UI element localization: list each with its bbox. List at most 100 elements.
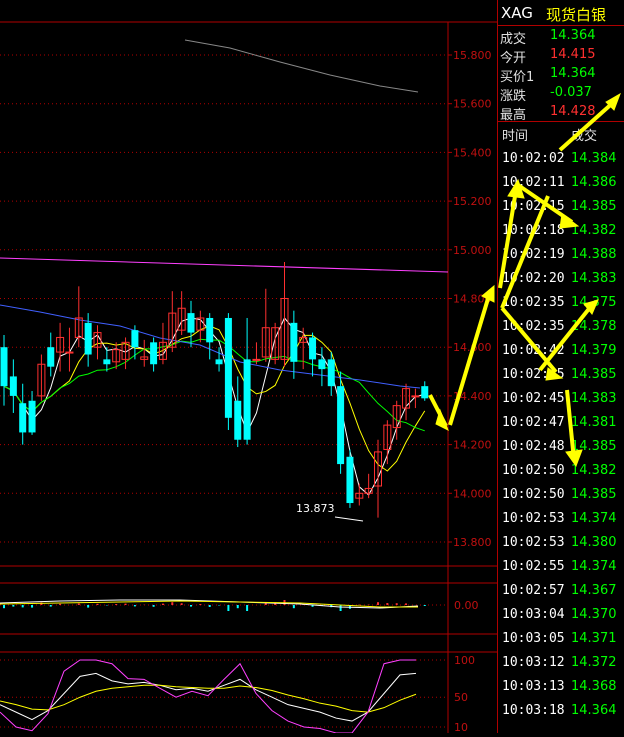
candle-body-down — [206, 317, 214, 343]
candle-body-down — [290, 322, 298, 362]
quote-row: 涨跌 -0.037 — [498, 84, 624, 104]
kdj-tick-label: 100 — [454, 654, 475, 667]
candle-body-down — [47, 347, 55, 367]
price-tick-label: 15.200 — [453, 195, 492, 208]
tick-row: 10:02:53 14.374 — [498, 508, 624, 532]
candle-body-down — [0, 347, 8, 387]
tick-time: 10:02:57 — [502, 583, 565, 598]
candle-body-up — [411, 395, 420, 398]
tick-time: 10:03:12 — [502, 655, 565, 670]
price-column-header: 成交 — [571, 129, 598, 144]
tick-row: 10:02:35 14.378 — [498, 316, 624, 340]
tick-price: 14.370 — [571, 607, 617, 622]
price-tick-label: 14.400 — [453, 390, 492, 403]
instrument-header: XAG 现货白银 — [498, 0, 624, 26]
candle-body-down — [421, 386, 429, 399]
tick-time: 10:02:20 — [502, 271, 565, 286]
tick-row: 10:02:57 14.367 — [498, 580, 624, 604]
tick-price: 14.379 — [571, 343, 617, 358]
quote-value: 14.364 — [550, 28, 596, 43]
candle-body-down — [9, 376, 17, 396]
tick-price: 14.380 — [571, 535, 617, 550]
tick-time: 10:02:47 — [502, 415, 565, 430]
candle-body-down — [187, 313, 195, 333]
kdj-j-line — [0, 659, 416, 734]
price-tick-label: 13.800 — [453, 536, 492, 549]
candle-body-down — [243, 359, 251, 440]
tick-price: 14.382 — [571, 463, 617, 478]
ma-line-gray — [184, 39, 419, 93]
quote-value: 14.364 — [550, 66, 596, 81]
ma-line-white — [3, 317, 425, 496]
tick-price: 14.385 — [571, 367, 617, 382]
tick-price: 14.367 — [571, 583, 617, 598]
quote-row: 成交 14.364 — [498, 27, 624, 47]
quote-label: 今开 — [500, 51, 527, 66]
candle-body-down — [215, 359, 223, 365]
tick-time: 10:02:53 — [502, 535, 565, 550]
tick-time: 10:02:55 — [502, 559, 565, 574]
tick-price: 14.385 — [571, 439, 617, 454]
tick-row: 10:02:55 14.374 — [498, 556, 624, 580]
tick-price: 14.375 — [571, 295, 617, 310]
kline-chart[interactable]: 15.800 15.600 15.400 15.200 15.000 14.800 14.6… — [0, 0, 497, 734]
quote-value: 14.415 — [550, 47, 596, 62]
price-tick-label: 14.200 — [453, 439, 492, 452]
tick-price: 14.385 — [571, 199, 617, 214]
tick-time: 10:02:35 — [502, 295, 565, 310]
tick-price: 14.386 — [571, 175, 617, 190]
tick-price: 14.382 — [571, 223, 617, 238]
quote-value: 14.428 — [550, 104, 596, 119]
tick-time: 10:03:04 — [502, 607, 565, 622]
quote-value: -0.037 — [550, 85, 592, 100]
quote-row: 最高 14.428 — [498, 103, 624, 123]
quote-label: 成交 — [500, 32, 527, 47]
candle-body-down — [19, 403, 27, 433]
candle-body-down — [103, 359, 111, 365]
tick-time: 10:02:42 — [502, 343, 565, 358]
tick-row: 10:02:53 14.380 — [498, 532, 624, 556]
tick-time: 10:02:19 — [502, 247, 565, 262]
tick-price: 14.368 — [571, 679, 617, 694]
low-marker-line — [334, 516, 364, 522]
tick-price: 14.383 — [571, 391, 617, 406]
candle-body-down — [309, 337, 317, 360]
ma-line-yellow — [3, 325, 426, 472]
candle-body-down — [150, 342, 158, 365]
price-tick-label: 15.600 — [453, 98, 492, 111]
quote-row: 买价1 14.364 — [498, 65, 624, 85]
tick-time: 10:02:50 — [502, 463, 565, 478]
divider — [498, 121, 624, 122]
tick-time: 10:02:48 — [502, 439, 565, 454]
instrument-name: 现货白银 — [546, 6, 607, 24]
tick-row: 10:02:47 14.381 — [498, 412, 624, 436]
tick-row: 10:02:42 14.379 — [498, 340, 624, 364]
tick-price: 14.385 — [571, 487, 617, 502]
price-tick-label: 15.000 — [453, 244, 492, 257]
kdj-tick-label: 10 — [454, 721, 468, 733]
tick-price: 14.374 — [571, 559, 617, 574]
ma-line-magenta — [0, 257, 449, 273]
tick-time: 10:02:15 — [502, 199, 565, 214]
price-tick-label: 15.800 — [453, 49, 492, 62]
tick-time: 10:02:45 — [502, 391, 565, 406]
price-tick-label: 14.800 — [453, 293, 492, 306]
tick-row: 10:02:19 14.388 — [498, 244, 624, 268]
kdj-d-line — [0, 684, 417, 713]
chart-canvas[interactable]: 15.800 15.600 15.400 15.200 15.000 14.800 14.6… — [0, 0, 497, 734]
quote-label: 买价1 — [500, 70, 535, 85]
price-tick-label: 14.000 — [453, 487, 492, 500]
tick-price: 14.372 — [571, 655, 617, 670]
quote-label: 涨跌 — [500, 89, 527, 104]
macd-tick-label: 0.00 — [454, 599, 479, 612]
tick-time: 10:02:50 — [502, 487, 565, 502]
quote-panel: XAG 现货白银 成交 14.364 今开 14.415 买价1 14.364 涨跌 -0.0… — [497, 0, 624, 733]
quote-row: 今开 14.415 — [498, 46, 624, 66]
tick-time: 10:02:02 — [502, 151, 565, 166]
tick-row: 10:02:35 14.375 — [498, 292, 624, 316]
price-tick-label: 15.400 — [453, 146, 492, 159]
kdj-tick-label: 50 — [454, 691, 468, 704]
candle-body-down — [131, 330, 139, 348]
tick-price: 14.383 — [571, 271, 617, 286]
candle-body-down — [224, 317, 232, 418]
